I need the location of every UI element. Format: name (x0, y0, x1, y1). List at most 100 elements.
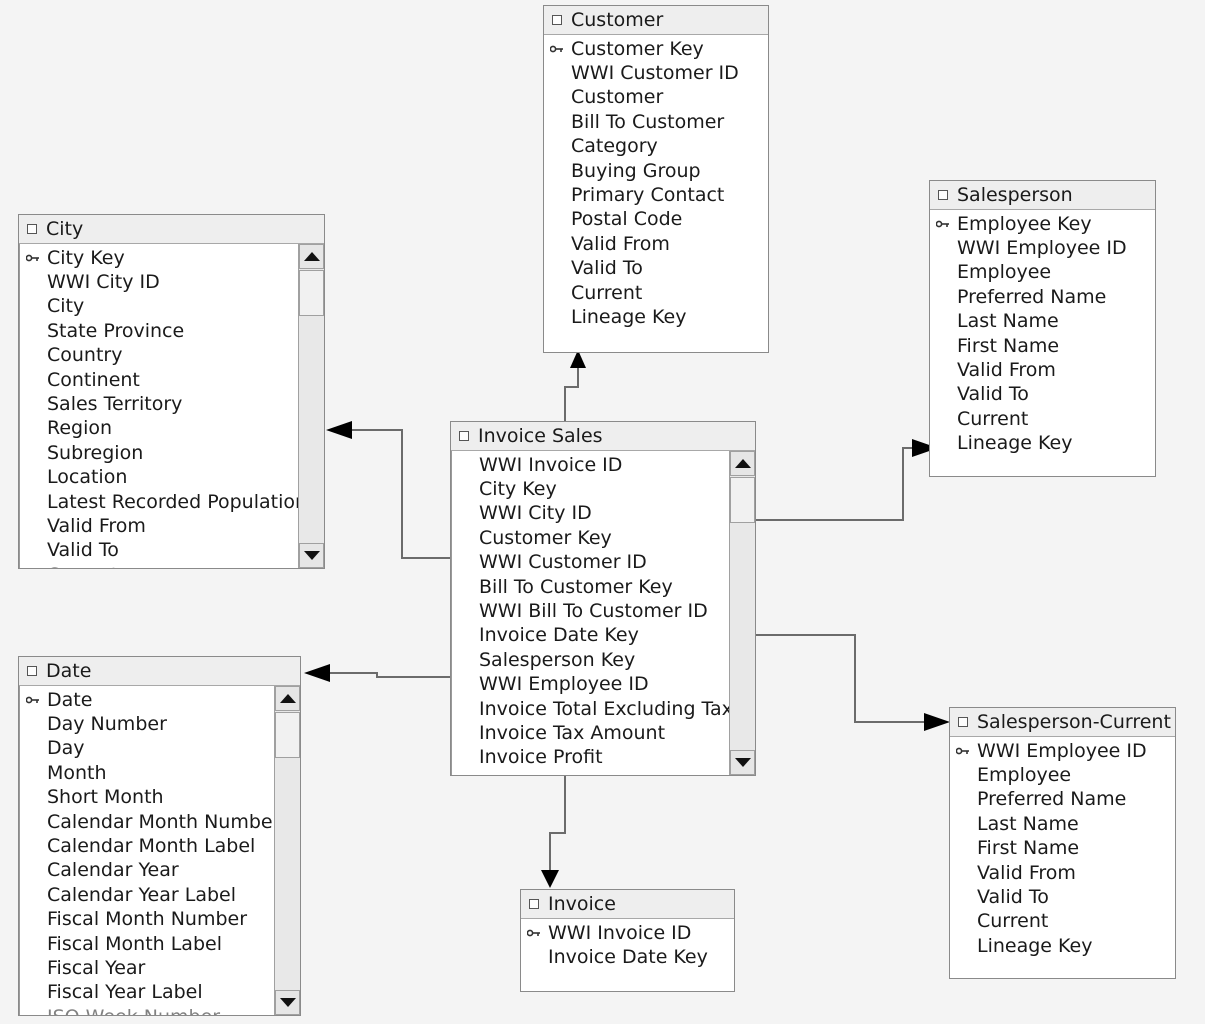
field-row[interactable]: Latest Recorded Population (20, 490, 307, 514)
scroll-up-arrow-icon[interactable] (730, 451, 755, 476)
field-row[interactable]: Bill To Customer Key (452, 575, 730, 599)
field-row[interactable]: City (20, 295, 299, 319)
scrollbar-thumb[interactable] (730, 477, 755, 523)
field-row[interactable]: Invoice Date Key (521, 945, 734, 969)
field-row[interactable]: Fiscal Year Label (20, 981, 275, 1005)
field-row[interactable]: WWI City ID (20, 270, 299, 294)
field-row[interactable]: WWI Bill To Customer ID (452, 599, 730, 623)
table-city[interactable]: City City Key WWI City ID City State Provinc… (18, 214, 325, 569)
field-row[interactable]: Valid To (930, 383, 1155, 407)
field-row[interactable]: Buying Group (544, 159, 768, 183)
field-row[interactable]: Valid To (950, 885, 1175, 909)
table-header-salesperson[interactable]: Salesperson (930, 181, 1155, 210)
table-customer[interactable]: Customer Customer Key WWI Customer ID Custo… (543, 5, 769, 353)
scrollbar-thumb[interactable] (299, 270, 324, 316)
field-row[interactable]: Continent (20, 368, 299, 392)
field-row[interactable]: Last Name (930, 310, 1155, 334)
field-row[interactable]: Region (20, 417, 299, 441)
field-row[interactable]: Salesperson Key (452, 648, 730, 672)
field-row[interactable]: Valid From (20, 514, 299, 538)
field-row[interactable]: First Name (950, 837, 1175, 861)
field-row[interactable]: WWI Employee ID (452, 673, 730, 697)
field-row[interactable]: Invoice Tax Amount (452, 721, 730, 745)
field-row[interactable]: Employee (950, 763, 1175, 787)
field-row[interactable]: Bill To Customer (544, 110, 768, 134)
field-row[interactable]: WWI Customer ID (544, 61, 768, 85)
field-row[interactable]: First Name (930, 334, 1155, 358)
table-header-city[interactable]: City (19, 215, 324, 244)
field-row[interactable]: Valid To (20, 539, 299, 563)
table-header-customer[interactable]: Customer (544, 6, 768, 35)
field-row[interactable]: WWI City ID (452, 502, 730, 526)
scrollbar-city[interactable] (298, 244, 324, 568)
field-row[interactable]: WWI Employee ID (930, 236, 1155, 260)
field-row[interactable]: Invoice Date Key (452, 624, 730, 648)
field-row[interactable]: Valid From (544, 232, 768, 256)
field-row[interactable]: Invoice Total Excluding Tax (452, 697, 733, 721)
field-row[interactable]: Day Number (20, 712, 275, 736)
field-row[interactable]: WWI Customer ID (452, 551, 730, 575)
field-row[interactable]: Current (544, 281, 768, 305)
field-row[interactable]: WWI Invoice ID (521, 921, 734, 945)
field-row[interactable]: Preferred Name (950, 788, 1175, 812)
field-row[interactable]: Date (20, 688, 275, 712)
field-row[interactable]: City Key (20, 246, 299, 270)
table-date[interactable]: Date Date Day Number Day Month Short Month Cal… (18, 656, 301, 1016)
table-invoice[interactable]: Invoice WWI Invoice ID Invoice Date Key (520, 889, 735, 992)
field-row[interactable]: Postal Code (544, 208, 768, 232)
field-row[interactable]: Current (20, 563, 299, 568)
field-row[interactable]: WWI Employee ID (950, 739, 1175, 763)
field-row[interactable]: Valid From (930, 358, 1155, 382)
table-header-invoice-sales[interactable]: Invoice Sales (451, 422, 755, 451)
field-row[interactable]: Fiscal Month Number (20, 908, 275, 932)
field-row[interactable]: Category (544, 135, 768, 159)
table-salesperson[interactable]: Salesperson Employee Key WWI Employee ID Em… (929, 180, 1156, 477)
field-row[interactable]: Preferred Name (930, 285, 1155, 309)
field-row[interactable]: Valid From (950, 861, 1175, 885)
field-row[interactable]: Calendar Year (20, 859, 275, 883)
field-row[interactable]: Employee Key (930, 212, 1155, 236)
scroll-down-arrow-icon[interactable] (299, 543, 324, 568)
field-row[interactable]: Lineage Key (544, 305, 768, 329)
field-row[interactable]: Calendar Month Label (20, 834, 275, 858)
field-row[interactable]: Fiscal Month Label (20, 932, 275, 956)
scrollbar-invoice-sales[interactable] (729, 451, 755, 775)
table-header-invoice[interactable]: Invoice (521, 890, 734, 919)
table-invoice-sales[interactable]: Invoice Sales WWI Invoice ID City Key WWI C… (450, 421, 756, 776)
field-row[interactable]: Current (930, 407, 1155, 431)
field-row[interactable]: Day (20, 737, 275, 761)
scrollbar-thumb[interactable] (275, 712, 300, 758)
scroll-up-arrow-icon[interactable] (299, 244, 324, 269)
field-row[interactable]: Country (20, 344, 299, 368)
field-row[interactable]: Valid To (544, 257, 768, 281)
field-row[interactable]: Last Name (950, 812, 1175, 836)
field-row[interactable]: Lineage Key (930, 432, 1155, 456)
table-header-salesperson-current[interactable]: Salesperson-Current (950, 708, 1175, 737)
scroll-up-arrow-icon[interactable] (275, 686, 300, 711)
scroll-down-arrow-icon[interactable] (730, 750, 755, 775)
field-row[interactable]: Current (950, 910, 1175, 934)
table-salesperson-current[interactable]: Salesperson-Current WWI Employee ID Employ… (949, 707, 1176, 979)
field-row[interactable]: Fiscal Year (20, 956, 275, 980)
field-row[interactable]: Short Month (20, 786, 275, 810)
field-row[interactable]: Calendar Year Label (20, 883, 275, 907)
field-row[interactable]: ISO Week Number (20, 1005, 275, 1015)
field-row[interactable]: Month (20, 761, 275, 785)
field-row[interactable]: Customer (544, 86, 768, 110)
field-row[interactable]: Lineage Key (950, 934, 1175, 958)
field-row[interactable]: Calendar Month Number (20, 810, 280, 834)
field-row[interactable]: Invoice Profit (452, 746, 730, 770)
field-row[interactable]: Subregion (20, 441, 299, 465)
field-row[interactable]: City Key (452, 477, 730, 501)
scroll-down-arrow-icon[interactable] (275, 990, 300, 1015)
field-row[interactable]: Customer Key (452, 526, 730, 550)
field-row[interactable]: State Province (20, 319, 299, 343)
scrollbar-date[interactable] (274, 686, 300, 1015)
field-row[interactable]: Location (20, 466, 299, 490)
field-row[interactable]: Sales Territory (20, 392, 299, 416)
field-row[interactable]: WWI Invoice ID (452, 453, 730, 477)
field-row[interactable]: Primary Contact (544, 183, 768, 207)
table-header-date[interactable]: Date (19, 657, 300, 686)
field-row[interactable]: Customer Key (544, 37, 768, 61)
field-row[interactable]: Employee (930, 261, 1155, 285)
